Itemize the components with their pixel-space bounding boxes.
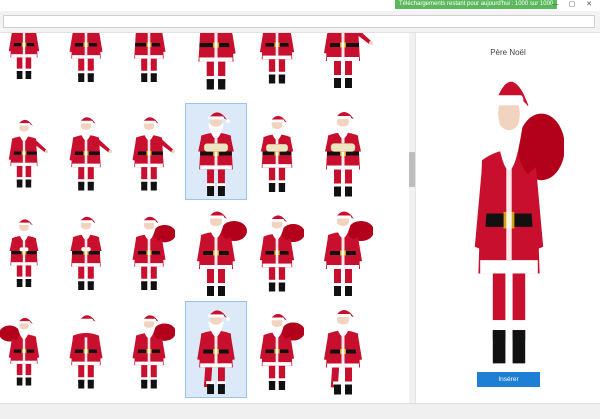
santa-thumbnail xyxy=(324,211,373,296)
gallery-item[interactable] xyxy=(313,203,373,299)
santa-thumbnail xyxy=(198,33,236,90)
downloads-remaining-badge: Téléchargements restant pour aujourd'hui… xyxy=(395,0,558,9)
santa-thumbnail xyxy=(69,315,103,389)
minimize-icon[interactable]: — xyxy=(550,0,560,9)
santa-thumbnail xyxy=(325,111,361,197)
title-bar: Téléchargements restant pour aujourd'hui… xyxy=(0,0,600,10)
gallery-item[interactable] xyxy=(313,301,373,398)
gallery-item[interactable] xyxy=(313,33,373,93)
image-preview xyxy=(474,81,564,364)
santa-thumbnail xyxy=(132,216,175,290)
santa-thumbnail xyxy=(132,315,175,389)
gallery-item[interactable] xyxy=(185,301,247,398)
santa-thumbnail xyxy=(260,115,294,192)
santa-thumbnail xyxy=(259,33,295,84)
santa-thumbnail xyxy=(259,215,304,292)
search-input[interactable] xyxy=(3,15,595,28)
gallery-item[interactable] xyxy=(185,103,247,200)
santa-thumbnail xyxy=(9,219,39,287)
santa-thumbnail xyxy=(132,117,175,191)
gallery-item[interactable] xyxy=(0,301,48,398)
santa-thumbnail xyxy=(198,112,234,197)
santa-thumbnail xyxy=(197,310,235,395)
santa-thumbnail xyxy=(197,211,247,296)
gallery-item[interactable] xyxy=(250,203,304,299)
image-gallery xyxy=(0,33,409,403)
gallery-item[interactable] xyxy=(0,33,48,93)
gallery-item[interactable] xyxy=(123,33,175,93)
santa-thumbnail xyxy=(134,33,166,82)
gallery-item[interactable] xyxy=(250,301,304,398)
gallery-item[interactable] xyxy=(0,203,48,299)
santa-thumbnail xyxy=(324,33,373,88)
gallery-item[interactable] xyxy=(60,33,112,93)
close-icon[interactable]: ✕ xyxy=(584,0,594,9)
gallery-item[interactable] xyxy=(60,203,112,299)
gallery-item[interactable] xyxy=(185,33,247,93)
gallery-item[interactable] xyxy=(250,33,304,93)
santa-thumbnail xyxy=(70,216,102,290)
gallery-item[interactable] xyxy=(185,203,247,299)
gallery-item[interactable] xyxy=(60,103,112,200)
santa-thumbnail xyxy=(8,33,40,79)
santa-thumbnail xyxy=(0,317,40,386)
santa-thumbnail xyxy=(324,309,362,395)
gallery-item[interactable] xyxy=(250,103,304,200)
status-bar xyxy=(0,403,600,419)
santa-figure xyxy=(474,81,564,364)
gallery-item[interactable] xyxy=(0,103,48,200)
gallery-item[interactable] xyxy=(313,103,373,200)
santa-thumbnail xyxy=(8,119,48,188)
gallery-item[interactable] xyxy=(123,301,175,398)
santa-thumbnail xyxy=(69,117,112,191)
search-bar xyxy=(0,11,600,33)
image-title: Père Noël xyxy=(490,48,526,57)
santa-thumbnail xyxy=(69,33,103,82)
maximize-icon[interactable]: ▢ xyxy=(567,0,577,9)
gallery-item[interactable] xyxy=(123,203,175,299)
gallery-item[interactable] xyxy=(123,103,175,200)
insert-button[interactable]: Insérer xyxy=(477,372,540,387)
santa-thumbnail xyxy=(259,313,304,390)
detail-panel: Père Noël Insérer xyxy=(416,33,600,403)
gallery-item[interactable] xyxy=(60,301,112,398)
